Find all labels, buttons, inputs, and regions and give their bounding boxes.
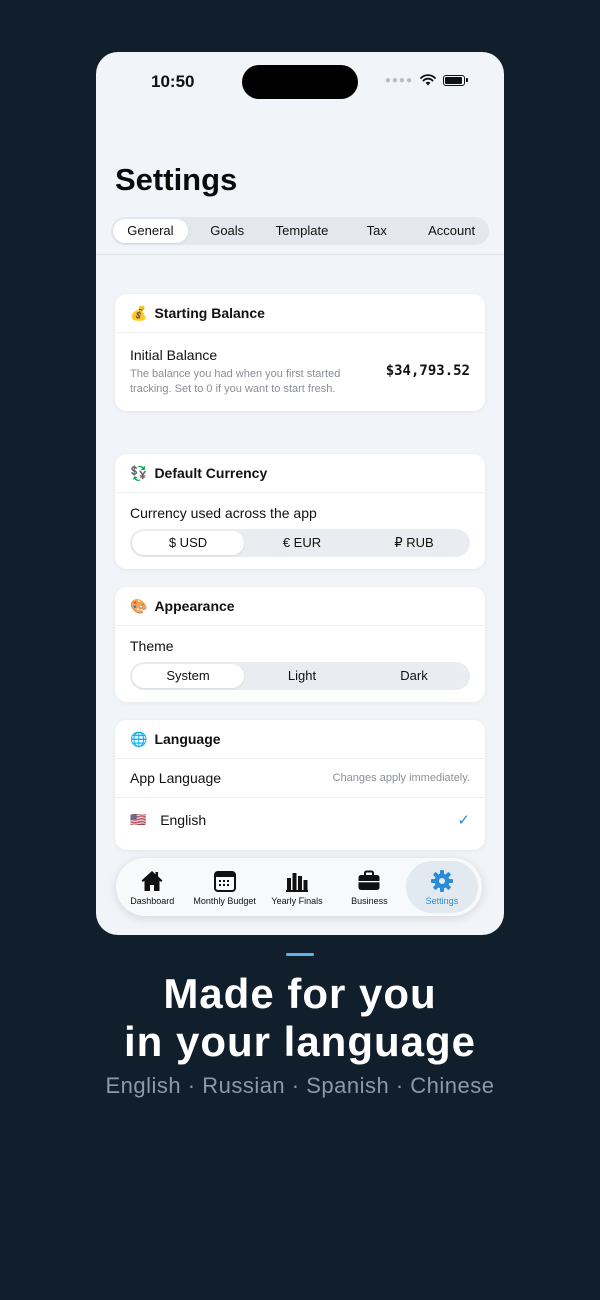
gear-icon (430, 869, 453, 892)
tab-goals[interactable]: Goals (190, 217, 265, 245)
briefcase-icon (358, 870, 380, 890)
tabbar-yearly-finals[interactable]: Yearly Finals (261, 861, 333, 913)
language-header: 🌐 Language (115, 720, 485, 759)
app-language-row: App Language Changes apply immediately. (115, 759, 485, 798)
currency-segmented-control: $ USD € EUR ₽ RUB (130, 529, 470, 557)
currency-option-eur[interactable]: € EUR (246, 529, 358, 557)
tabbar-business[interactable]: Business (333, 861, 405, 913)
battery-icon (443, 74, 465, 86)
money-bag-icon: 💰 (130, 304, 148, 321)
wifi-icon (420, 74, 436, 86)
promo-headline-line1: Made for you (163, 970, 437, 1017)
tab-tax[interactable]: Tax (339, 217, 414, 245)
appearance-card: 🎨 Appearance Theme System Light Dark (115, 587, 485, 702)
house-icon (141, 870, 163, 891)
currency-label: Currency used across the app (130, 505, 317, 521)
theme-option-dark[interactable]: Dark (358, 662, 470, 690)
globe-icon: 🌐 (130, 730, 148, 747)
appearance-header: 🎨 Appearance (115, 587, 485, 626)
us-flag-icon: 🇺🇸 (130, 812, 147, 827)
starting-balance-card: 💰 Starting Balance Initial Balance The b… (115, 294, 485, 411)
starting-balance-title: Starting Balance (154, 305, 265, 321)
tabbar-settings[interactable]: Settings (405, 861, 479, 913)
language-card: 🌐 Language App Language Changes apply im… (115, 720, 485, 850)
tabbar-dashboard[interactable]: Dashboard (116, 861, 188, 913)
initial-balance-value[interactable]: $34,793.52 (386, 363, 470, 379)
initial-balance-label: Initial Balance (130, 347, 218, 363)
palette-icon: 🎨 (130, 597, 148, 614)
language-title: Language (154, 731, 221, 747)
default-currency-card: 💱 Default Currency Currency used across … (115, 454, 485, 569)
dynamic-island (242, 65, 358, 99)
app-language-note: Changes apply immediately. (332, 772, 470, 784)
promo-headline-line2: in your language (123, 1018, 477, 1065)
appearance-title: Appearance (154, 598, 235, 614)
theme-segmented-control: System Light Dark (130, 662, 470, 690)
settings-tabs: General Goals Template Tax Account (111, 217, 489, 245)
divider (96, 254, 504, 255)
language-option-label: English (160, 812, 207, 828)
theme-label: Theme (130, 638, 174, 654)
promo-subtitle: English · Russian · Spanish · Chinese (105, 1073, 495, 1098)
currency-option-rub[interactable]: ₽ RUB (358, 529, 470, 557)
app-language-label: App Language (130, 770, 222, 786)
calendar-icon (213, 870, 236, 892)
initial-balance-description: The balance you had when you first start… (130, 368, 341, 395)
initial-balance-row[interactable]: Initial Balance The balance you had when… (115, 333, 485, 411)
accent-line (286, 953, 314, 956)
tab-template[interactable]: Template (265, 217, 340, 245)
theme-option-light[interactable]: Light (246, 662, 358, 690)
status-icons: ●●●● (385, 74, 468, 86)
bar-chart-icon (286, 872, 309, 892)
tabbar-monthly-budget[interactable]: Monthly Budget (188, 861, 260, 913)
currency-exchange-icon: 💱 (130, 464, 148, 481)
theme-option-system[interactable]: System (132, 664, 244, 688)
tab-account[interactable]: Account (414, 217, 489, 245)
default-currency-title: Default Currency (154, 465, 268, 481)
signal-icon: ●●●● (384, 74, 413, 86)
page-title: Settings (115, 162, 238, 197)
bottom-tab-bar: Dashboard Monthly Budget Yearly Finals B… (116, 858, 482, 916)
currency-option-usd[interactable]: $ USD (132, 531, 244, 555)
default-currency-header: 💱 Default Currency (115, 454, 485, 493)
language-option-english[interactable]: 🇺🇸 English ✓ (115, 798, 485, 842)
checkmark-icon: ✓ (457, 812, 470, 829)
status-time: 10:50 (151, 72, 195, 91)
tab-general[interactable]: General (113, 219, 188, 243)
phone-screen: 10:50 ●●●● Settings General Goals Templa… (96, 52, 504, 935)
starting-balance-header: 💰 Starting Balance (115, 294, 485, 333)
